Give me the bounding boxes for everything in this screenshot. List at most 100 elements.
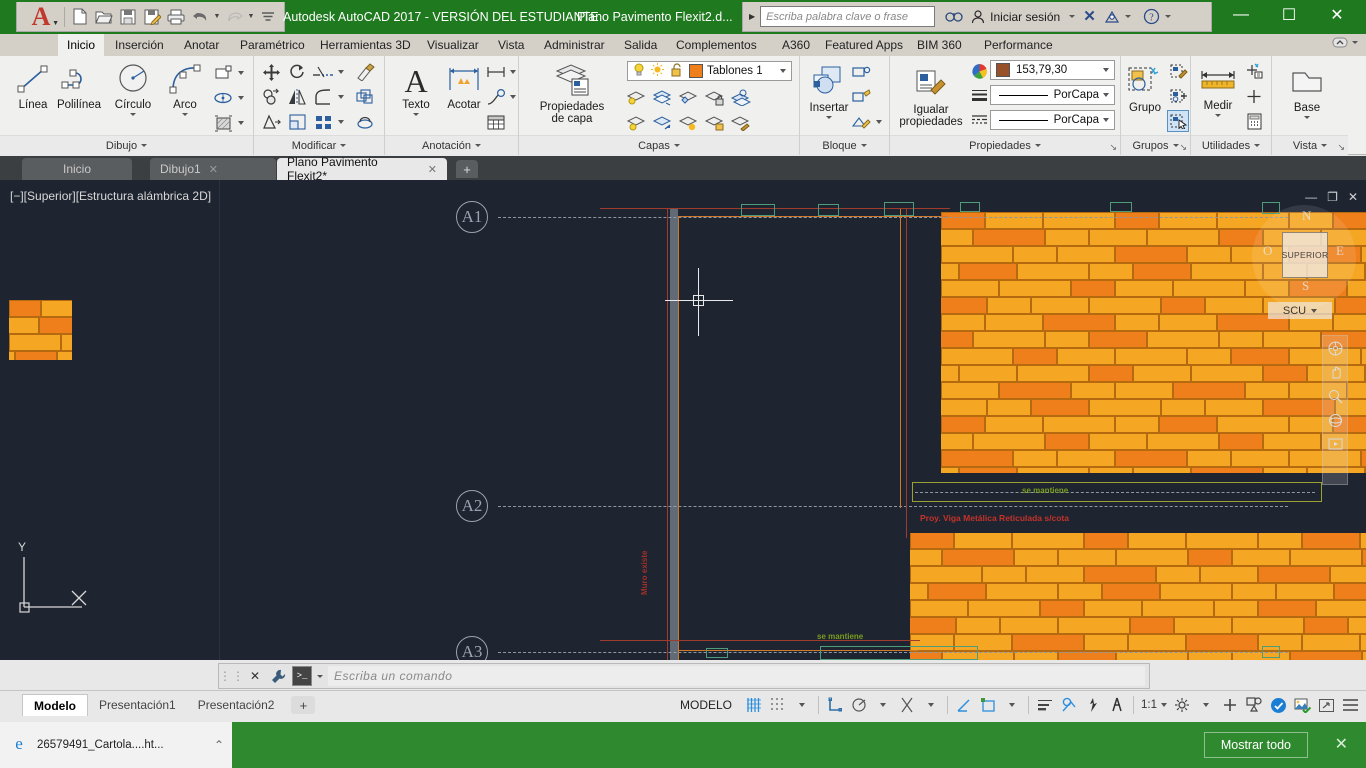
group-tool[interactable]: Grupo	[1121, 62, 1169, 114]
polar-dropdown[interactable]	[871, 692, 895, 718]
rectangle-tool[interactable]	[212, 62, 234, 84]
block-editor-tool[interactable]	[850, 61, 872, 83]
chevron-down-icon[interactable]	[1164, 15, 1171, 18]
window-minimize-button[interactable]: —	[1220, 0, 1262, 30]
ribbon-tab-salida[interactable]: Salida	[615, 34, 666, 56]
close-icon[interactable]: ✕	[428, 163, 437, 176]
calculator-tool[interactable]	[1243, 110, 1265, 132]
layer-turn-all-on-tool[interactable]	[625, 111, 647, 133]
open-icon[interactable]	[92, 4, 116, 30]
search-button-icon[interactable]	[945, 10, 963, 24]
viewport-info-label[interactable]: [−][Superior][Estructura alámbrica 2D]	[10, 189, 211, 203]
drawing-canvas[interactable]: [−][Superior][Estructura alámbrica 2D] —…	[0, 180, 1366, 660]
text-tool[interactable]: A Texto	[389, 59, 443, 116]
command-prompt-icon[interactable]: >_	[292, 666, 312, 686]
layer-make-current-tool[interactable]	[729, 86, 751, 108]
clean-screen-icon[interactable]	[1314, 692, 1338, 718]
point-id-tool[interactable]	[1243, 85, 1265, 107]
window-close-button[interactable]: ✕	[1316, 0, 1358, 30]
layout-tab-modelo[interactable]: Modelo	[22, 694, 88, 716]
polar-tracking-toggle[interactable]	[847, 692, 871, 718]
osnap-dropdown[interactable]	[919, 692, 943, 718]
application-menu-button[interactable]: A ▼	[21, 2, 61, 32]
ribbon-tab-parametrico[interactable]: Paramétrico	[231, 34, 314, 56]
array-dropdown-icon[interactable]	[336, 111, 345, 133]
chevron-down-icon[interactable]	[1103, 118, 1109, 122]
chevron-down-icon[interactable]	[130, 113, 136, 116]
showmotion-icon[interactable]	[1326, 436, 1344, 452]
chevron-down-icon[interactable]	[1124, 15, 1131, 18]
ellipse-dropdown-icon[interactable]	[236, 87, 245, 109]
hatch-dropdown-icon[interactable]	[236, 112, 245, 134]
ribbon-tab-bim360[interactable]: BIM 360	[908, 34, 971, 56]
panel-label-modificar[interactable]: Modificar	[254, 135, 384, 155]
panel-label-propiedades[interactable]: Propiedades ↘	[890, 135, 1120, 155]
grid-display-toggle[interactable]	[742, 692, 766, 718]
layer-match-tool[interactable]	[729, 111, 751, 133]
leader-dropdown-icon[interactable]	[508, 86, 517, 108]
snap-dropdown[interactable]	[790, 692, 814, 718]
show-all-downloads-button[interactable]: Mostrar todo	[1203, 732, 1308, 758]
viewport-restore-button[interactable]: ❐	[1327, 190, 1338, 204]
plot-icon[interactable]	[164, 4, 188, 30]
undo-dropdown-icon[interactable]: ▼	[212, 4, 222, 30]
redo-icon[interactable]	[222, 4, 246, 30]
viewcube-top-face[interactable]: SUPERIOR	[1282, 232, 1328, 278]
linetype-selector[interactable]: PorCapa	[990, 110, 1115, 130]
view-cube[interactable]: N S E O SUPERIOR SCU	[1252, 202, 1356, 319]
pan-icon[interactable]	[1326, 364, 1344, 380]
steering-wheel-icon[interactable]	[1326, 340, 1344, 356]
selection-cycling-toggle[interactable]	[1081, 692, 1105, 718]
trim-tool[interactable]	[312, 61, 334, 83]
panel-label-grupos[interactable]: Grupos ↘	[1121, 135, 1190, 155]
chevron-down-icon[interactable]	[1161, 703, 1167, 707]
leader-tool[interactable]	[485, 86, 507, 108]
clean-screen-image-icon[interactable]	[1290, 692, 1314, 718]
layer-selector[interactable]: Tablones 1	[627, 61, 792, 81]
chevron-down-icon[interactable]	[1352, 41, 1358, 44]
command-line-grip[interactable]: ⋮⋮	[219, 666, 244, 686]
layer-off-tool[interactable]	[677, 86, 699, 108]
fillet-dropdown-icon[interactable]	[336, 86, 345, 108]
chevron-down-icon[interactable]	[182, 113, 188, 116]
ribbon-tab-a360[interactable]: A360	[773, 34, 819, 56]
linetype-icon[interactable]	[968, 110, 990, 132]
ellipse-tool[interactable]	[212, 87, 234, 109]
unlock-icon[interactable]	[670, 62, 682, 80]
layer-state-tool[interactable]	[677, 111, 699, 133]
chevron-down-icon[interactable]	[826, 116, 832, 119]
share-icon[interactable]	[1104, 10, 1131, 24]
chevron-down-icon[interactable]	[317, 674, 323, 678]
close-download-bar-button[interactable]: ✕	[1335, 734, 1348, 754]
object-color-selector[interactable]: 153,79,30	[990, 60, 1115, 80]
attribute-dropdown-icon[interactable]	[874, 111, 883, 133]
orbit-icon[interactable]	[1326, 412, 1344, 428]
viewport-minimize-button[interactable]: —	[1305, 190, 1317, 204]
layer-unlock-tool[interactable]	[703, 111, 725, 133]
fillet-tool[interactable]	[312, 86, 334, 108]
workspace-switching-icon[interactable]	[1170, 692, 1194, 718]
customize-qat-icon[interactable]	[256, 4, 280, 30]
ortho-mode-toggle[interactable]	[823, 692, 847, 718]
customization-plus-icon[interactable]	[1218, 692, 1242, 718]
base-view-tool[interactable]: Base	[1280, 62, 1334, 119]
dimension-style-tool[interactable]	[485, 61, 507, 83]
match-properties-tool[interactable]: Igualar propiedades	[892, 64, 970, 128]
ucs-dropdown[interactable]	[1000, 692, 1024, 718]
document-tab-dibujo1[interactable]: Dibujo1 ✕	[150, 158, 276, 180]
erase-tool[interactable]	[354, 61, 376, 83]
circle-tool[interactable]: Círculo	[106, 59, 160, 116]
viewcube-north-label[interactable]: N	[1302, 208, 1311, 224]
new-document-tab-button[interactable]: +	[456, 160, 478, 178]
scale-tool[interactable]	[286, 111, 308, 133]
viewcube-south-label[interactable]: S	[1302, 278, 1309, 294]
panel-label-anotacion[interactable]: Anotación	[385, 135, 518, 155]
wrench-icon[interactable]	[269, 666, 287, 686]
dimension-tool[interactable]: Acotar	[437, 59, 491, 111]
quick-select-tool[interactable]	[1243, 60, 1265, 82]
panel-dialog-launcher[interactable]: ↘	[1109, 142, 1117, 153]
selection-box[interactable]	[741, 204, 775, 216]
ribbon-tab-vista[interactable]: Vista	[489, 34, 533, 56]
trim-dropdown-icon[interactable]	[336, 61, 345, 83]
move-tool[interactable]	[260, 61, 282, 83]
